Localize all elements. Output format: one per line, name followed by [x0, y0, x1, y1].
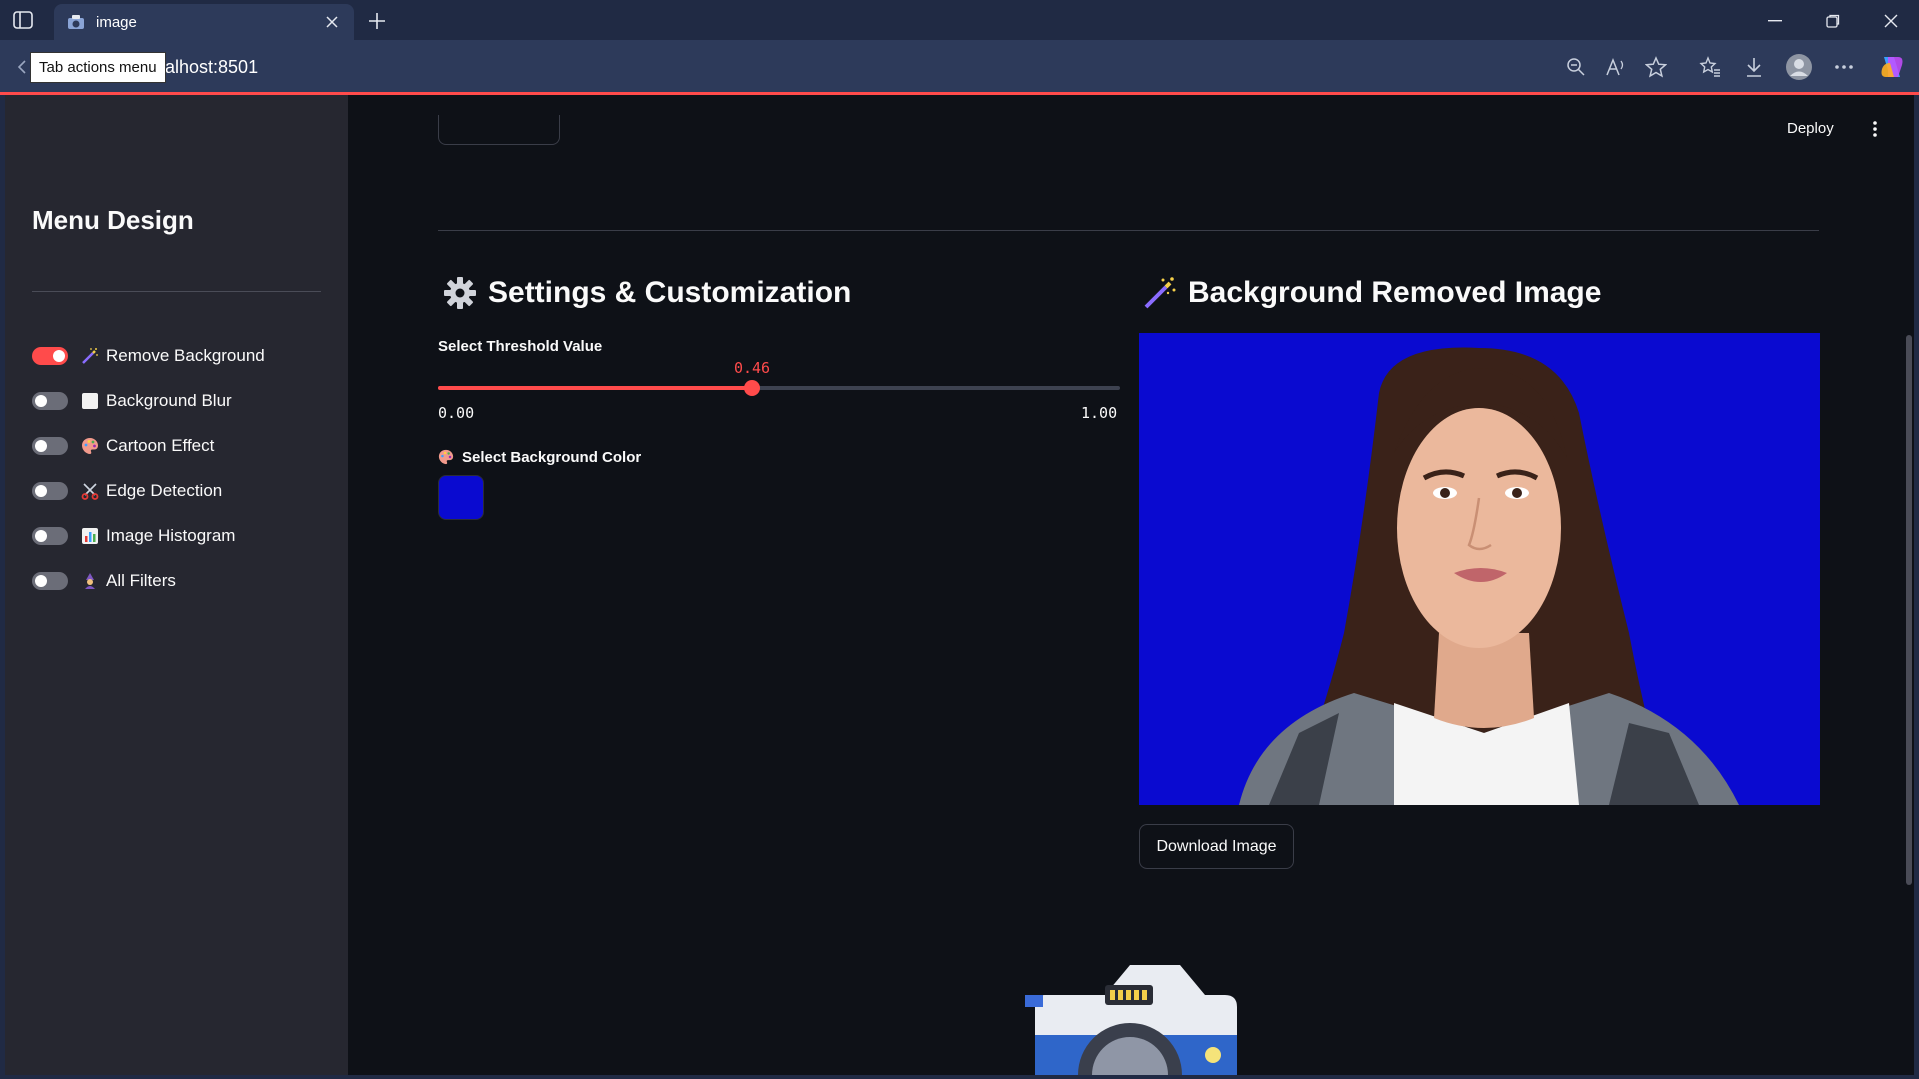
settings-heading: Settings & Customization: [442, 275, 851, 311]
copilot-icon[interactable]: [1878, 53, 1906, 81]
camera-favicon-icon: [66, 12, 86, 32]
magic-wand-icon: [80, 346, 100, 366]
toggle-switch[interactable]: [32, 347, 68, 365]
zoom-out-icon[interactable]: [1562, 53, 1590, 81]
scissors-icon: [80, 481, 100, 501]
more-icon[interactable]: [1830, 53, 1858, 81]
mage-icon: [80, 571, 100, 591]
toggle-label: Remove Background: [106, 346, 265, 365]
threshold-value: 0.46: [733, 359, 771, 377]
sidebar-divider: [32, 291, 321, 292]
color-label: Select Background Color: [462, 448, 642, 466]
minimize-icon[interactable]: [1755, 8, 1795, 34]
toggle-switch[interactable]: [32, 437, 68, 455]
white-square-icon: [80, 391, 100, 411]
background-color-picker[interactable]: [438, 475, 484, 520]
toggle-label: All Filters: [106, 571, 176, 590]
download-image-button[interactable]: Download Image: [1139, 824, 1294, 869]
download-icon[interactable]: [1740, 53, 1768, 81]
close-icon[interactable]: [322, 12, 342, 32]
toggle-switch[interactable]: [32, 572, 68, 590]
slider-thumb[interactable]: [744, 380, 760, 396]
toggle-edge-detection[interactable]: Edge Detection: [32, 476, 222, 506]
toggle-background-blur[interactable]: Background Blur: [32, 386, 232, 416]
toggle-cartoon-effect[interactable]: Cartoon Effect: [32, 431, 214, 461]
toggle-label: Cartoon Effect: [106, 436, 215, 455]
tab-actions-tooltip: Tab actions menu: [30, 52, 166, 83]
close-window-icon[interactable]: [1871, 8, 1911, 34]
section-divider: [438, 230, 1819, 231]
toggle-all-filters[interactable]: All Filters: [32, 566, 176, 596]
bar-chart-icon: [80, 526, 100, 546]
toggle-label: Background Blur: [106, 391, 232, 410]
tab-title: image: [96, 13, 137, 31]
browser-tab[interactable]: image: [54, 4, 354, 40]
profile-icon[interactable]: [1785, 53, 1813, 81]
browser-titlebar: image: [0, 0, 1919, 40]
threshold-slider[interactable]: [438, 380, 1120, 396]
favorite-star-icon[interactable]: [1642, 53, 1670, 81]
threshold-min: 0.00: [438, 404, 475, 422]
toggle-image-histogram[interactable]: Image Histogram: [32, 521, 235, 551]
upload-button-partial[interactable]: [438, 115, 560, 145]
settings-heading-text: Settings & Customization: [488, 276, 852, 309]
result-heading: Background Removed Image: [1142, 275, 1601, 311]
restore-icon[interactable]: [1813, 8, 1853, 34]
toggle-switch[interactable]: [32, 527, 68, 545]
sidebar-title: Menu Design: [32, 205, 194, 235]
toggle-remove-background[interactable]: Remove Background: [32, 341, 265, 371]
palette-icon: [438, 448, 456, 466]
toggle-label: Image Histogram: [106, 526, 236, 545]
threshold-label: Select Threshold Value: [438, 338, 603, 355]
palette-icon: [80, 436, 100, 456]
color-label-row: Select Background Color: [438, 448, 641, 466]
magic-wand-icon: [1142, 275, 1178, 311]
plus-icon[interactable]: [364, 8, 390, 34]
result-heading-text: Background Removed Image: [1188, 276, 1602, 309]
window-bottom-edge: [0, 1075, 1919, 1079]
camera-illustration-icon: [1015, 965, 1245, 1075]
toggle-label: Edge Detection: [106, 481, 223, 500]
slider-fill: [438, 386, 752, 390]
sidebar-toggle-icon[interactable]: [12, 9, 34, 31]
address-bar[interactable]: [28, 47, 1678, 85]
toggle-switch[interactable]: [32, 392, 68, 410]
threshold-max: 1.00: [1081, 404, 1118, 422]
address-text[interactable]: alhost:8501: [165, 57, 258, 78]
main-scrollbar[interactable]: [1906, 335, 1912, 885]
read-aloud-icon[interactable]: [1602, 53, 1630, 81]
sidebar: Menu Design Remove Background Background…: [5, 95, 348, 1075]
toggle-switch[interactable]: [32, 482, 68, 500]
favorites-icon[interactable]: [1696, 53, 1724, 81]
browser-toolbar: alhost:8501: [0, 40, 1919, 94]
main-menu-icon[interactable]: [1865, 117, 1885, 141]
gear-icon: [442, 275, 478, 311]
deploy-button[interactable]: Deploy: [1787, 120, 1834, 137]
streamlit-app: Menu Design Remove Background Background…: [5, 95, 1914, 1075]
background-removed-image: [1139, 333, 1820, 805]
